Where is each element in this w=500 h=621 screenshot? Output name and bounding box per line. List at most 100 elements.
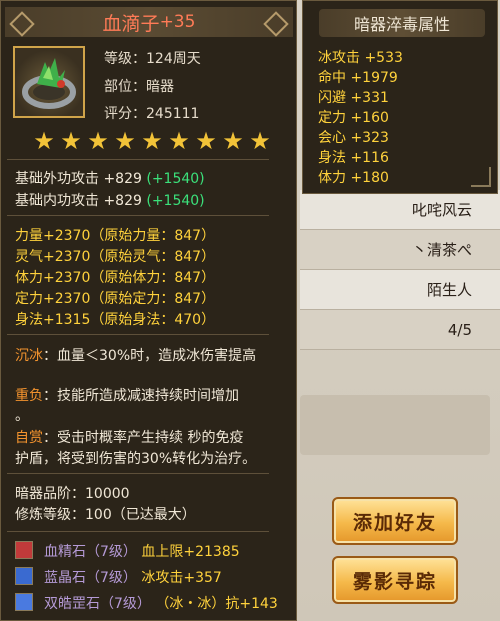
divider bbox=[7, 334, 269, 335]
poison-attr-name: 命中 bbox=[318, 70, 346, 86]
attr-name: 定力 bbox=[15, 291, 43, 307]
score-value: 245111 bbox=[146, 106, 200, 122]
poison-attr-value: +331 bbox=[350, 90, 389, 106]
skill-name: 重负 bbox=[15, 388, 43, 404]
attr-close: ） bbox=[201, 312, 216, 328]
gem-level: （7级） bbox=[86, 544, 137, 560]
attr-orig-value: 470 bbox=[174, 312, 202, 328]
ornament-icon bbox=[9, 11, 35, 37]
poison-attr-value: +533 bbox=[364, 50, 403, 66]
gem-level: （7级） bbox=[86, 570, 137, 586]
slot-label: 部位： bbox=[104, 79, 146, 95]
attr-name: 体力 bbox=[15, 270, 43, 286]
base-ext-attack: 基础外功攻击 +829 (+1540) bbox=[15, 168, 205, 188]
grade-label: 暗器品阶： bbox=[15, 486, 85, 502]
divider bbox=[7, 531, 269, 532]
attr-orig-label: （原始身法： bbox=[90, 312, 175, 328]
stat-bonus: (+1540) bbox=[146, 193, 205, 209]
corner-ornament-icon bbox=[471, 167, 491, 187]
background-list: 叱咤风云 丶清茶ぺ 陌生人 4/5 bbox=[300, 190, 500, 350]
track-button[interactable]: 雾影寻踪 bbox=[332, 556, 458, 604]
poison-attr-name: 会心 bbox=[318, 130, 346, 146]
star-icon: ★ bbox=[114, 127, 136, 155]
list-item[interactable]: 叱咤风云 bbox=[300, 190, 500, 230]
star-icon: ★ bbox=[168, 127, 190, 155]
gem-row: 血精石（7级） 血上限+21385 bbox=[44, 541, 240, 561]
poison-panel-title: 暗器淬毒属性 bbox=[319, 9, 485, 37]
skill-row: 沉冰：血量＜30%时，造成冰伤害提高 bbox=[15, 345, 256, 365]
divider bbox=[7, 473, 269, 474]
attr-row: 定力+2370（原始定力：847） bbox=[15, 288, 215, 308]
refine-value: 100（已达最大） bbox=[85, 507, 196, 523]
refine-row: 修炼等级：100（已达最大） bbox=[15, 504, 196, 524]
star-icon: ★ bbox=[87, 127, 109, 155]
attr-close: ） bbox=[201, 249, 216, 265]
star-rating: ★ ★ ★ ★ ★ ★ ★ ★ ★ bbox=[32, 129, 272, 153]
poison-attr-row: 会心 +323 bbox=[318, 127, 389, 147]
star-icon: ★ bbox=[222, 127, 244, 155]
poison-attr-name: 闪避 bbox=[318, 90, 346, 106]
poison-attr-name: 身法 bbox=[318, 150, 346, 166]
gem-row: 蓝晶石（7级） 冰攻击+357 bbox=[44, 567, 222, 587]
attr-value: +2370 bbox=[43, 291, 91, 307]
attr-value: +2370 bbox=[43, 228, 91, 244]
attr-row: 身法+1315（原始身法：470） bbox=[15, 309, 215, 329]
attr-orig-label: （原始灵气： bbox=[90, 249, 175, 265]
star-icon: ★ bbox=[33, 127, 55, 155]
poison-attr-value: +116 bbox=[350, 150, 389, 166]
list-item[interactable]: 丶清茶ぺ bbox=[300, 230, 500, 270]
poison-attr-name: 定力 bbox=[318, 110, 346, 126]
item-enhance: +35 bbox=[159, 12, 196, 32]
skill-row: 自赏：受击时概率产生持续 秒的免疫 bbox=[15, 427, 243, 447]
slot-row: 部位：暗器 bbox=[104, 76, 174, 96]
item-name: 血滴子 bbox=[102, 12, 160, 35]
slot-value: 暗器 bbox=[146, 79, 174, 95]
score-label: 评分： bbox=[104, 106, 146, 122]
poison-attr-row: 身法 +116 bbox=[318, 147, 389, 167]
list-item[interactable]: 陌生人 bbox=[300, 270, 500, 310]
level-label: 等级： bbox=[104, 51, 146, 67]
star-icon: ★ bbox=[60, 127, 82, 155]
attr-orig-label: （原始力量： bbox=[90, 228, 175, 244]
attr-orig-value: 847 bbox=[174, 228, 202, 244]
attr-row: 灵气+2370（原始灵气：847） bbox=[15, 246, 215, 266]
stat-label: 基础外功攻击 bbox=[15, 171, 99, 187]
poison-attr-name: 体力 bbox=[318, 170, 346, 186]
add-friend-button[interactable]: 添加好友 bbox=[332, 497, 458, 545]
poison-attr-value: +1979 bbox=[350, 70, 398, 86]
gem-name: 蓝晶石 bbox=[44, 570, 86, 586]
attr-orig-label: （原始体力： bbox=[90, 270, 175, 286]
poison-attr-value: +180 bbox=[350, 170, 389, 186]
attr-close: ） bbox=[201, 270, 216, 286]
attr-orig-value: 847 bbox=[174, 249, 202, 265]
track-label: 雾影寻踪 bbox=[352, 570, 437, 593]
red-gem-icon bbox=[15, 541, 33, 559]
attr-name: 灵气 bbox=[15, 249, 43, 265]
attr-orig-value: 847 bbox=[174, 270, 202, 286]
gem-row: 双皓罡石（7级） （冰・冰）抗+143 bbox=[44, 593, 278, 613]
gem-level: （7级） bbox=[100, 596, 151, 612]
attr-name: 身法 bbox=[15, 312, 43, 328]
attr-value: +2370 bbox=[43, 249, 91, 265]
page-indicator: 4/5 bbox=[300, 310, 500, 350]
attr-row: 力量+2370（原始力量：847） bbox=[15, 225, 215, 245]
skill-name: 沉冰 bbox=[15, 348, 43, 364]
divider bbox=[7, 215, 269, 216]
blood-drop-weapon-icon bbox=[22, 58, 76, 109]
level-row: 等级：124周天 bbox=[104, 48, 201, 68]
poison-attr-value: +323 bbox=[350, 130, 389, 146]
skill-desc-cont: 。 bbox=[15, 408, 29, 424]
blue-gem-icon bbox=[15, 567, 33, 585]
background-panel bbox=[300, 395, 490, 455]
attr-orig-value: 847 bbox=[174, 291, 202, 307]
star-icon: ★ bbox=[141, 127, 163, 155]
poison-attr-row: 体力 +180 bbox=[318, 167, 389, 187]
refine-label: 修炼等级： bbox=[15, 507, 85, 523]
star-icon: ★ bbox=[249, 127, 271, 155]
gem-effect: 冰攻击+357 bbox=[141, 570, 222, 586]
item-icon[interactable] bbox=[13, 46, 85, 118]
poison-attr-name: 冰攻击 bbox=[318, 50, 360, 66]
poison-attr-row: 定力 +160 bbox=[318, 107, 389, 127]
stat-bonus: (+1540) bbox=[146, 171, 205, 187]
attr-orig-label: （原始定力： bbox=[90, 291, 175, 307]
